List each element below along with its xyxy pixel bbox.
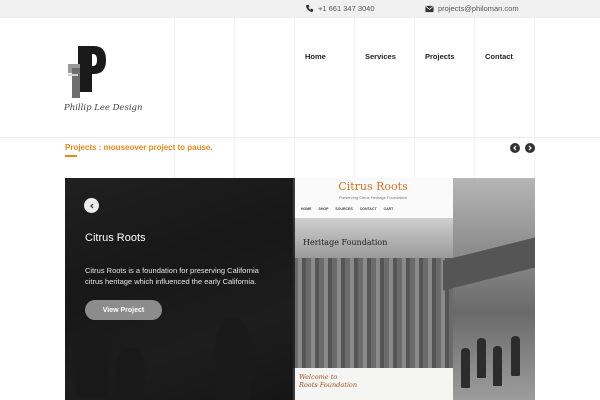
envelope-icon (425, 5, 434, 12)
phone-contact[interactable]: +1 661 347 3040 (305, 4, 375, 13)
phone-number: +1 661 347 3040 (318, 4, 375, 13)
archive-photo-right (443, 178, 535, 400)
email-address: projects@philoman.com (438, 4, 519, 13)
phone-icon (306, 4, 314, 12)
nav-home[interactable]: Home (305, 52, 326, 61)
screenshot-hero-title: Heritage Foundation (303, 238, 388, 247)
projects-heading: Projects : mouseover project to pause. (65, 143, 213, 152)
nav-projects[interactable]: Projects (425, 52, 455, 61)
chevron-right-icon (528, 145, 532, 151)
nav-contact[interactable]: Contact (485, 52, 513, 61)
screenshot-welcome: Welcome to Roots Foundation (299, 373, 358, 389)
screenshot-tagline: Preserving Citrus Heritage Foundation (338, 195, 408, 200)
nav-services[interactable]: Services (365, 52, 396, 61)
screenshot-hero-image: Heritage Foundation (293, 218, 453, 368)
next-project-button[interactable] (525, 143, 535, 153)
logo-caption: Phillip Lee Design (64, 103, 143, 113)
heading-underline (65, 155, 77, 157)
contact-bar: +1 661 347 3040 projects@philoman.com (0, 0, 600, 18)
view-project-button[interactable]: View Project (85, 300, 162, 320)
project-showcase[interactable]: Citrus Roots Preserving Citrus Heritage … (65, 178, 535, 400)
screenshot-brand: Citrus Roots (338, 180, 408, 193)
screenshot-menu: HOME SHOP SOURCES CONTACT CART (301, 207, 394, 211)
project-info-panel: Citrus Roots Citrus Roots is a foundatio… (65, 178, 295, 400)
project-title: Citrus Roots (85, 232, 146, 244)
project-website-screenshot: Citrus Roots Preserving Citrus Heritage … (293, 178, 453, 400)
main-nav: Home Services Projects Contact (0, 52, 600, 64)
chevron-left-icon (513, 145, 517, 151)
header-divider (0, 137, 600, 138)
back-button[interactable] (84, 198, 99, 213)
prev-project-button[interactable] (510, 143, 520, 153)
project-description: Citrus Roots is a foundation for preserv… (85, 266, 259, 286)
chevron-left-icon (89, 203, 93, 208)
email-contact[interactable]: projects@philoman.com (425, 4, 519, 13)
